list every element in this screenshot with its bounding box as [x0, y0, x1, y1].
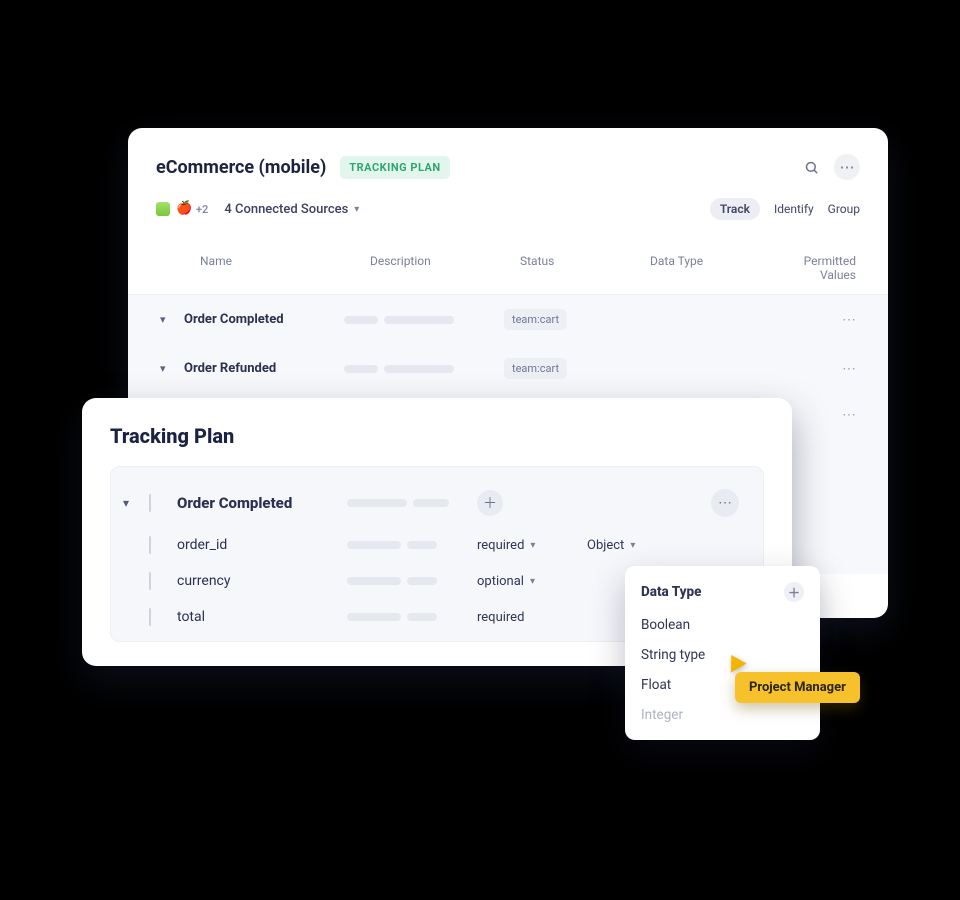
property-row: order_id required▾ Object▾ [123, 527, 747, 563]
dropdown-item-integer[interactable]: Integer [629, 700, 816, 730]
row-more-icon[interactable]: ⋯ [744, 312, 856, 328]
event-checkbox[interactable] [149, 494, 151, 512]
property-checkbox[interactable] [149, 572, 151, 590]
row-more-icon[interactable]: ⋯ [744, 361, 856, 377]
apple-icon: 🍎 [176, 202, 190, 216]
column-headers: Name Description Status Data Type Permit… [156, 254, 860, 294]
event-row[interactable]: ▾ Order Refunded team:cart ⋯ [156, 344, 860, 393]
status-badge: team:cart [504, 358, 567, 379]
chevron-down-icon: ▾ [354, 204, 359, 215]
description-placeholder [347, 541, 477, 549]
editor-title: Tracking Plan [110, 424, 764, 448]
status-select[interactable]: required▾ [477, 538, 587, 553]
collaborator-label: Project Manager [735, 672, 860, 703]
more-icon[interactable]: ⋯ [834, 154, 860, 180]
event-name: Order Completed [184, 312, 344, 327]
col-status: Status [520, 254, 650, 282]
tab-track[interactable]: Track [710, 198, 760, 220]
event-name: Order Refunded [184, 361, 344, 376]
col-name: Name [200, 254, 370, 282]
event-header-row: ▾ Order Completed ＋ ⋯ [123, 479, 747, 527]
view-tabs: Track Identify Group [710, 198, 860, 220]
property-checkbox[interactable] [149, 536, 151, 554]
add-property-button[interactable]: ＋ [477, 490, 503, 516]
chevron-down-icon: ▾ [530, 540, 535, 551]
event-name: Order Completed [177, 494, 347, 512]
tracking-plan-badge: TRACKING PLAN [340, 156, 449, 179]
source-chips: 🍎 +2 [156, 202, 208, 216]
data-type-dropdown: Data Type ＋ Boolean String type Float In… [625, 566, 820, 740]
description-placeholder [344, 365, 504, 373]
sources-label: 4 Connected Sources [224, 202, 348, 217]
search-icon[interactable] [798, 154, 824, 180]
property-name: order_id [177, 537, 347, 553]
page-title: eCommerce (mobile) [156, 157, 326, 178]
more-icon[interactable]: ⋯ [711, 489, 739, 517]
android-icon [156, 202, 170, 216]
event-row[interactable]: ▾ Order Completed team:cart ⋯ [156, 295, 860, 344]
status-badge: team:cart [504, 309, 567, 330]
card-header: eCommerce (mobile) TRACKING PLAN ⋯ [156, 154, 860, 180]
tab-group[interactable]: Group [828, 202, 860, 216]
chevron-down-icon[interactable]: ▾ [160, 313, 184, 326]
chevron-down-icon: ▾ [530, 576, 535, 587]
sources-bar: 🍎 +2 4 Connected Sources ▾ Track Identif… [156, 198, 860, 220]
dropdown-item-boolean[interactable]: Boolean [629, 610, 816, 640]
description-placeholder [347, 577, 477, 585]
data-type-select[interactable]: Object▾ [587, 538, 711, 553]
description-placeholder [347, 499, 477, 507]
sources-overflow: +2 [196, 203, 208, 216]
property-checkbox[interactable] [149, 608, 151, 626]
dropdown-title: Data Type [641, 584, 701, 600]
description-placeholder [344, 316, 504, 324]
tab-identify[interactable]: Identify [774, 202, 814, 216]
connected-sources-dropdown[interactable]: 4 Connected Sources ▾ [224, 202, 359, 217]
chevron-down-icon: ▾ [630, 540, 635, 551]
col-data-type: Data Type [650, 254, 770, 282]
chevron-down-icon[interactable]: ▾ [123, 496, 149, 510]
description-placeholder [347, 613, 477, 621]
property-name: total [177, 609, 347, 625]
status-select[interactable]: optional▾ [477, 574, 587, 589]
status-select[interactable]: required [477, 610, 587, 625]
dropdown-item-string[interactable]: String type [629, 640, 816, 670]
chevron-down-icon[interactable]: ▾ [160, 362, 184, 375]
col-description: Description [370, 254, 520, 282]
col-permitted: Permitted Values [770, 254, 856, 282]
add-data-type-button[interactable]: ＋ [784, 582, 804, 602]
property-name: currency [177, 573, 347, 589]
